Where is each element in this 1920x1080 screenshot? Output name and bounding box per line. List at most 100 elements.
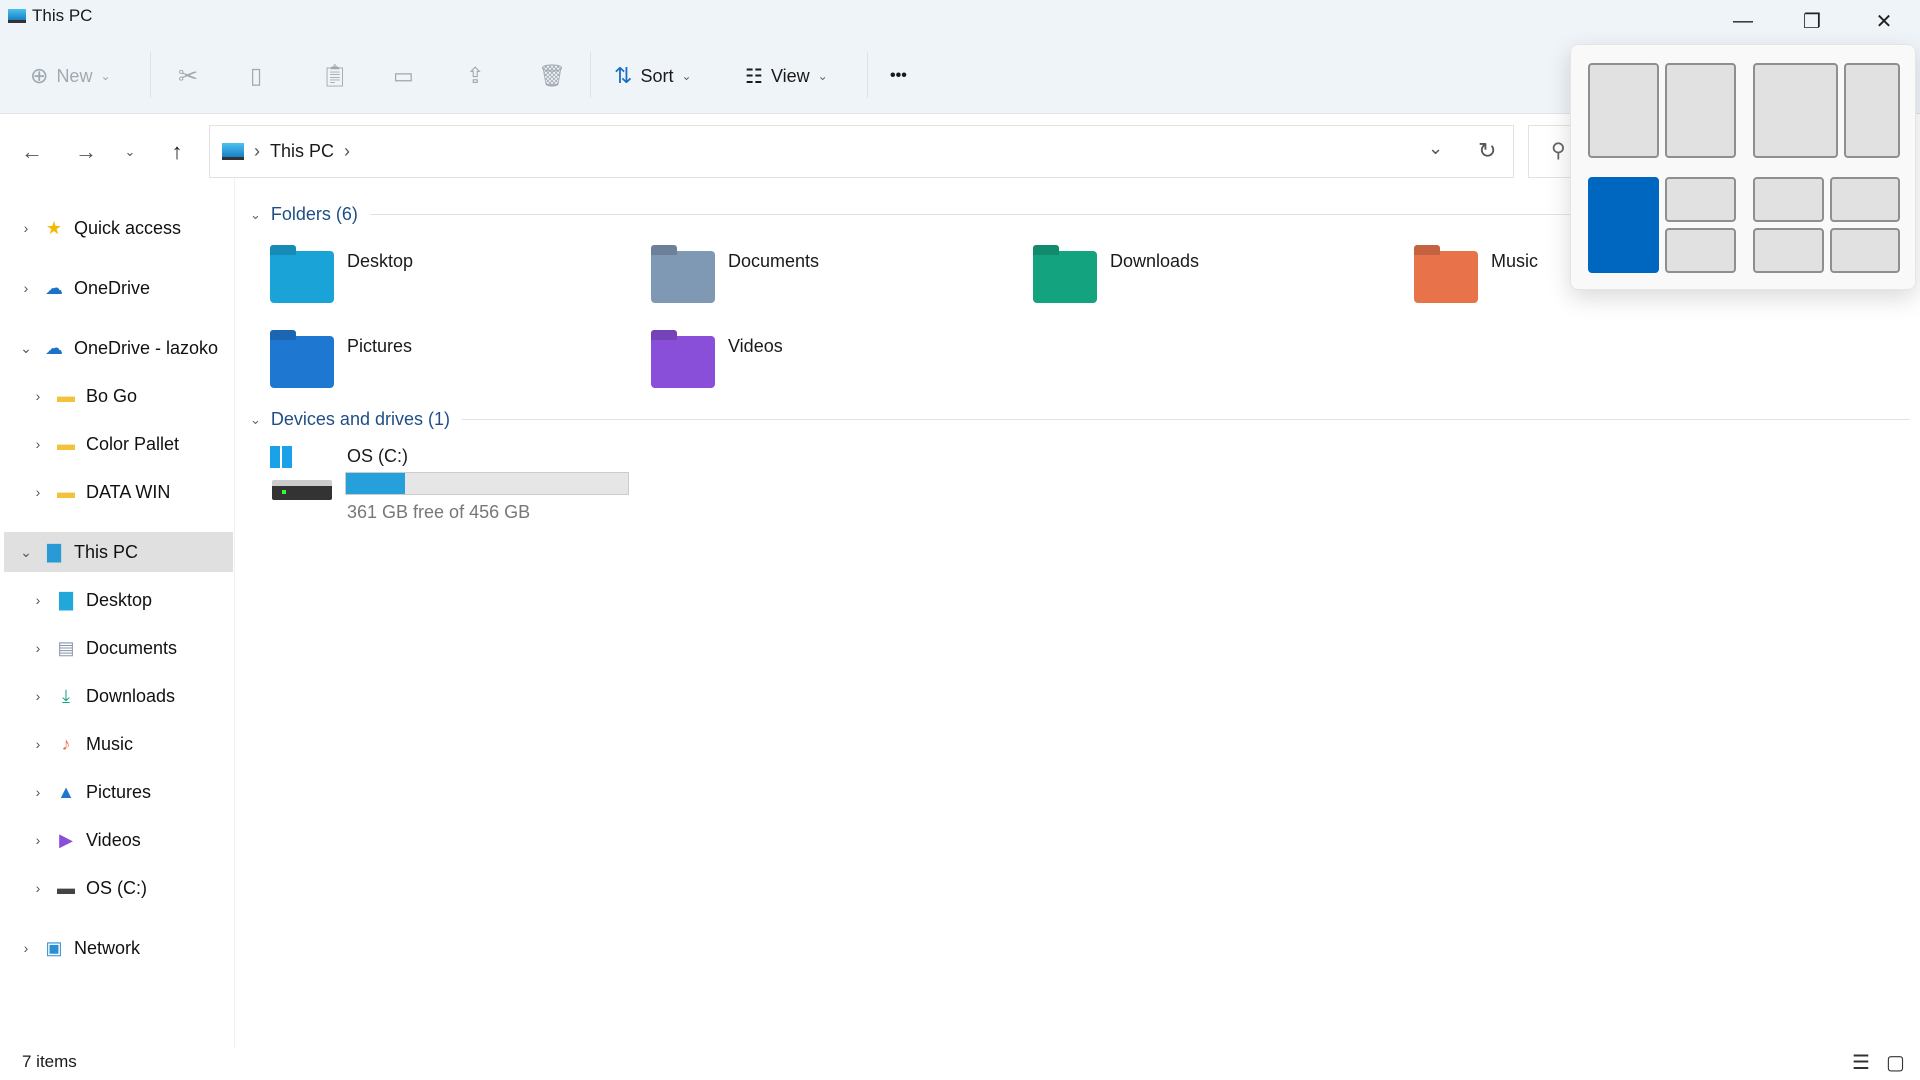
sidebar-item-network[interactable]: › ▣ Network [4,928,233,968]
videos-icon: ▶ [59,829,73,850]
recent-locations-button[interactable]: ⌄ [112,136,148,168]
snap-zone-quad-top-left[interactable] [1753,177,1824,222]
sidebar-item-label: Videos [86,829,141,850]
breadcrumb-this-pc[interactable]: This PC [270,141,334,162]
folder-icon: ▬ [57,481,75,502]
snap-zone-quad-top-right[interactable] [1830,177,1900,222]
chevron-right-icon[interactable]: › [28,640,48,656]
rename-button[interactable]: ▭ [393,56,414,96]
folder-desktop[interactable]: Desktop [270,245,413,303]
downloads-folder-icon [1033,251,1097,303]
sidebar-item-label: Network [74,937,141,958]
chevron-down-icon[interactable]: ⌄ [16,544,36,561]
star-icon: ★ [45,217,63,238]
sidebar-item-this-pc[interactable]: ⌄ ▇ This PC [4,532,233,572]
search-icon: ⚲ [1551,140,1566,162]
chevron-down-icon[interactable]: ⌄ [16,340,36,357]
forward-button[interactable]: → [68,136,104,168]
share-button[interactable]: ⇪ [466,56,484,96]
sidebar-item-label: Pictures [86,781,152,802]
sidebar-item-onedrive[interactable]: › ☁ OneDrive [4,268,233,308]
drive-icon [270,446,334,502]
details-view-button[interactable]: ☰ [1852,1050,1870,1075]
sidebar-item-downloads[interactable]: › ⤓ Downloads [4,676,233,716]
sidebar-item-label: This PC [74,541,139,562]
view-button[interactable]: ☷ View ⌄ [745,56,828,96]
snap-layouts-flyout [1570,44,1916,290]
sidebar-item-desktop[interactable]: › ▇ Desktop [4,580,233,620]
folder-pictures[interactable]: Pictures [270,330,412,388]
folder-documents[interactable]: Documents [651,245,819,303]
pictures-folder-icon [270,336,334,388]
snap-zone-left-main[interactable] [1588,177,1659,273]
computer-icon: ▇ [47,541,61,562]
sidebar-item-color-pallet[interactable]: › ▬ Color Pallet [4,424,233,464]
close-button[interactable]: ✕ [1856,6,1912,36]
computer-icon [222,143,244,160]
sidebar-item-os-c[interactable]: › ▬ OS (C:) [4,868,233,908]
chevron-right-icon[interactable]: › [28,436,48,452]
chevron-right-icon[interactable]: › [16,280,36,296]
sidebar-item-bo-go[interactable]: › ▬ Bo Go [4,376,233,416]
snap-zone-half-left[interactable] [1588,63,1659,158]
chevron-right-icon[interactable]: › [16,220,36,236]
cut-button[interactable]: ✂ [178,56,198,96]
sidebar-item-label: Music [86,733,134,754]
folder-downloads[interactable]: Downloads [1033,245,1199,303]
sidebar-item-label: Documents [86,637,178,658]
back-button[interactable]: ← [14,136,50,168]
chevron-right-icon[interactable]: › [16,940,36,956]
restore-button[interactable]: ❐ [1784,6,1840,36]
folder-videos[interactable]: Videos [651,330,783,388]
snap-zone-bottom-right[interactable] [1665,228,1736,273]
drives-group-header[interactable]: ⌄ Devices and drives (1) [250,409,1910,430]
snap-zone-half-right[interactable] [1665,63,1736,158]
chevron-right-icon[interactable]: › [28,736,48,752]
snap-zone-quad-bottom-left[interactable] [1753,228,1824,273]
trash-icon: 🗑︎ [538,63,566,88]
new-button[interactable]: ⊕ New ⌄ [30,56,111,96]
snap-zone-quad-bottom-right[interactable] [1830,228,1900,273]
sidebar-item-quick-access[interactable]: › ★ Quick access [4,208,233,248]
sidebar-item-label: Quick access [74,217,182,238]
up-button[interactable]: ↑ [159,136,195,168]
snap-zone-two-thirds-left[interactable] [1753,63,1838,158]
address-bar[interactable]: › This PC › ⌄ ↻ [209,125,1514,178]
sort-button[interactable]: ⇅ Sort ⌄ [614,56,692,96]
window-title: This PC [32,6,93,25]
sidebar-item-label: OS (C:) [86,877,147,898]
sidebar-item-videos[interactable]: › ▶ Videos [4,820,233,860]
refresh-button[interactable]: ↻ [1478,138,1496,164]
sidebar-item-onedrive-lazoko[interactable]: ⌄ ☁ OneDrive - lazoko [4,328,233,368]
folder-music[interactable]: Music [1414,245,1538,303]
chevron-right-icon[interactable]: › [28,880,48,896]
paste-button[interactable]: 📋︎ [321,56,349,96]
rename-icon: ▭ [393,63,414,88]
chevron-right-icon[interactable]: › [28,688,48,704]
tiles-view-button[interactable]: ▢ [1886,1050,1905,1075]
sidebar-item-music[interactable]: › ♪ Music [4,724,233,764]
snap-zone-one-third-right[interactable] [1844,63,1900,158]
scissors-icon: ✂ [178,62,199,90]
cloud-icon: ☁ [45,337,63,358]
chevron-right-icon[interactable]: › [28,484,48,500]
sidebar-item-label: OneDrive [74,277,151,298]
delete-button[interactable]: 🗑︎ [538,56,566,96]
chevron-right-icon[interactable]: › [28,388,48,404]
chevron-right-icon[interactable]: › [28,784,48,800]
sidebar-item-documents[interactable]: › ▤ Documents [4,628,233,668]
sidebar-item-pictures[interactable]: › ▲ Pictures [4,772,233,812]
sidebar-item-label: DATA WIN [86,481,171,502]
documents-icon: ▤ [57,637,75,658]
sidebar-item-data-win[interactable]: › ▬ DATA WIN [4,472,233,512]
copy-button[interactable]: ▯ [250,56,262,96]
more-options-button[interactable]: ••• [890,56,907,96]
chevron-right-icon[interactable]: › [28,832,48,848]
clipboard-icon: 📋︎ [321,63,349,88]
desktop-icon: ▇ [59,589,73,610]
folder-icon: ▬ [57,385,75,406]
chevron-right-icon[interactable]: › [28,592,48,608]
minimize-button[interactable]: — [1715,6,1771,36]
address-dropdown-button[interactable]: ⌄ [1428,138,1443,159]
snap-zone-top-right[interactable] [1665,177,1736,222]
